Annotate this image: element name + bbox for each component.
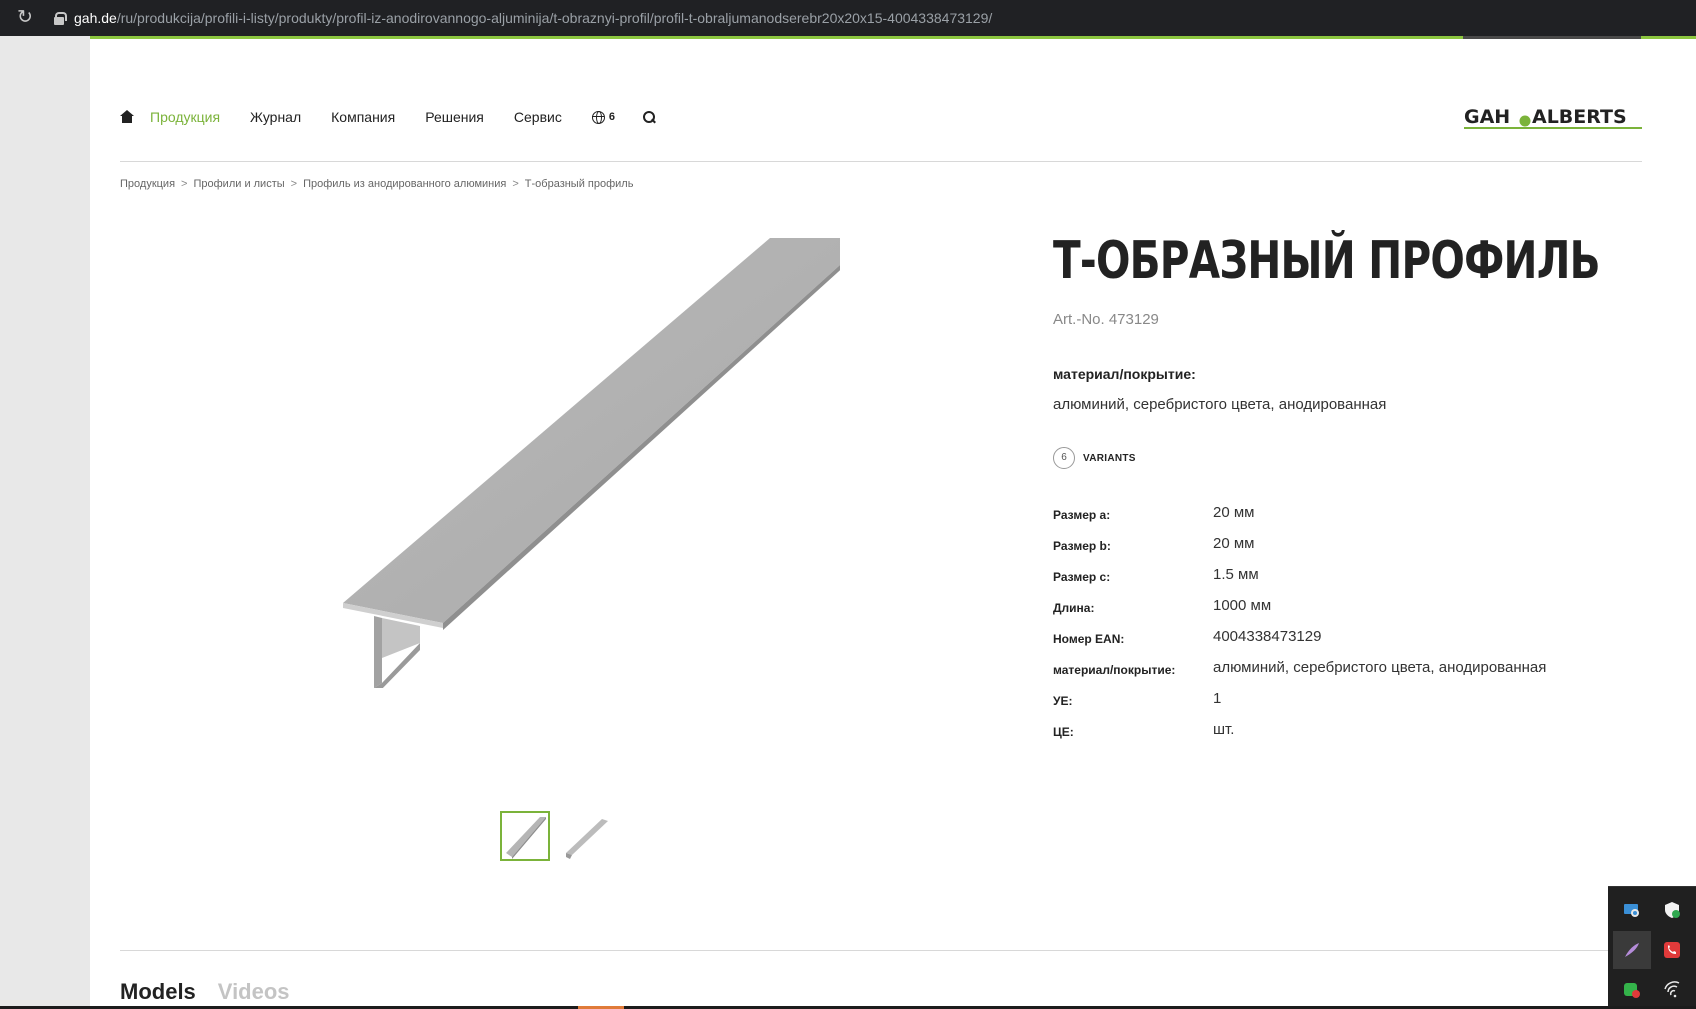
top-accent-line-dark: [1463, 36, 1641, 39]
lock-icon: [54, 12, 67, 25]
spec-row: Номер EAN: 4004338473129: [1053, 621, 1546, 652]
product-image[interactable]: [260, 238, 870, 693]
security-shield-icon[interactable]: [1653, 891, 1691, 929]
gah-alberts-logo[interactable]: GAH ALBERTS: [1464, 104, 1642, 138]
breadcrumb-separator: >: [290, 178, 298, 190]
nav-item-products[interactable]: Продукция: [150, 109, 220, 125]
nav-item-solutions[interactable]: Решения: [425, 109, 484, 125]
feather-app-icon[interactable]: [1613, 931, 1651, 969]
variants-button[interactable]: 6 VARIANTS: [1053, 447, 1136, 469]
page: Продукция Журнал Компания Решения Сервис…: [90, 36, 1696, 1009]
wifi-icon[interactable]: [1653, 971, 1691, 1009]
spec-value: 20 мм: [1213, 535, 1255, 552]
breadcrumb: Продукция > Профили и листы > Профиль из…: [120, 178, 633, 190]
spec-row: ЦЕ: шт.: [1053, 714, 1546, 745]
breadcrumb-item[interactable]: Профиль из анодированного алюминия: [303, 178, 506, 190]
url-domain: gah.de: [74, 10, 117, 26]
spec-row: УЕ: 1: [1053, 683, 1546, 714]
top-accent-line: [90, 36, 1696, 39]
spec-row: Размер b: 20 мм: [1053, 528, 1546, 559]
breadcrumb-separator: >: [512, 178, 519, 190]
spec-value: 4004338473129: [1213, 628, 1322, 645]
spec-value: шт.: [1213, 721, 1235, 738]
nav-item-company[interactable]: Компания: [331, 109, 395, 125]
spec-key: материал/покрытие:: [1053, 662, 1176, 677]
language-count: 6: [608, 111, 615, 123]
thumbnail-1[interactable]: [500, 811, 550, 861]
thumbnail-strip: [500, 811, 620, 861]
spec-value: 20 мм: [1213, 504, 1255, 521]
network-share-icon[interactable]: [1613, 891, 1651, 929]
spec-value: 1000 мм: [1213, 597, 1272, 614]
globe-icon: [591, 110, 605, 124]
thumbnail-2-image: [566, 819, 608, 859]
system-tray-popup: [1608, 886, 1696, 1009]
spec-key: УЕ:: [1053, 693, 1073, 708]
spec-value: алюминий, серебристого цвета, анодирован…: [1213, 659, 1547, 676]
breadcrumb-current: Т-образный профиль: [524, 178, 634, 190]
spec-key: Размер а:: [1053, 507, 1111, 522]
logo-graphic: GAH ALBERTS: [1464, 106, 1642, 129]
thumbnail-1-image: [506, 817, 546, 859]
spec-value: 1.5 мм: [1213, 566, 1259, 583]
spec-row: Длина: 1000 мм: [1053, 590, 1546, 621]
t-profile-image: [343, 238, 870, 693]
main-nav: Продукция Журнал Компания Решения Сервис…: [120, 102, 655, 132]
spec-row: материал/покрытие: алюминий, серебристог…: [1053, 652, 1546, 683]
variants-label: VARIANTS: [1083, 452, 1136, 464]
material-value: алюминий, серебристого цвета, анодирован…: [1053, 396, 1387, 413]
url-path: /ru/produkcija/profili-i-listy/produkty/…: [116, 10, 993, 26]
article-number: Art.-No. 473129: [1053, 311, 1159, 328]
spec-key: Номер EAN:: [1053, 631, 1125, 646]
breadcrumb-item[interactable]: Продукция: [120, 178, 175, 190]
material-label: материал/покрытие:: [1053, 366, 1196, 382]
nav-item-journal[interactable]: Журнал: [250, 109, 301, 125]
variants-count: 6: [1053, 447, 1075, 469]
breadcrumb-item[interactable]: Профили и листы: [193, 178, 284, 190]
tab-models[interactable]: Models: [120, 979, 196, 1005]
sync-app-icon[interactable]: [1613, 971, 1651, 1009]
product-title: Т-ОБРАЗНЫЙ ПРОФИЛЬ: [1053, 231, 1601, 291]
spec-value: 1: [1213, 690, 1222, 707]
phone-app-icon[interactable]: [1653, 931, 1691, 969]
section-divider: [120, 950, 1642, 951]
svg-text:ALBERTS: ALBERTS: [1532, 106, 1627, 128]
browser-toolbar: ↻ gah.de/ru/produkcija/profili-i-listy/p…: [0, 0, 1696, 36]
media-tabs: Models Videos: [120, 979, 312, 1005]
spec-key: ЦЕ:: [1053, 724, 1074, 739]
reload-icon[interactable]: ↻: [14, 7, 36, 29]
tab-videos[interactable]: Videos: [218, 979, 290, 1005]
svg-text:GAH: GAH: [1464, 106, 1510, 128]
address-bar[interactable]: gah.de/ru/produkcija/profili-i-listy/pro…: [48, 4, 1688, 32]
spec-key: Размер b:: [1053, 538, 1111, 553]
home-icon[interactable]: [120, 110, 134, 124]
search-icon[interactable]: [642, 111, 655, 123]
thumbnail-2[interactable]: [560, 811, 610, 861]
nav-item-service[interactable]: Сервис: [514, 109, 562, 125]
language-selector[interactable]: 6: [591, 110, 615, 124]
spec-row: Размер c: 1.5 мм: [1053, 559, 1546, 590]
spec-key: Длина:: [1053, 600, 1095, 615]
spec-table: Размер а: 20 мм Размер b: 20 мм Размер c…: [1053, 497, 1546, 745]
breadcrumb-separator: >: [181, 178, 188, 190]
nav-divider: [120, 161, 1642, 162]
spec-key: Размер c:: [1053, 569, 1111, 584]
spec-row: Размер а: 20 мм: [1053, 497, 1546, 528]
